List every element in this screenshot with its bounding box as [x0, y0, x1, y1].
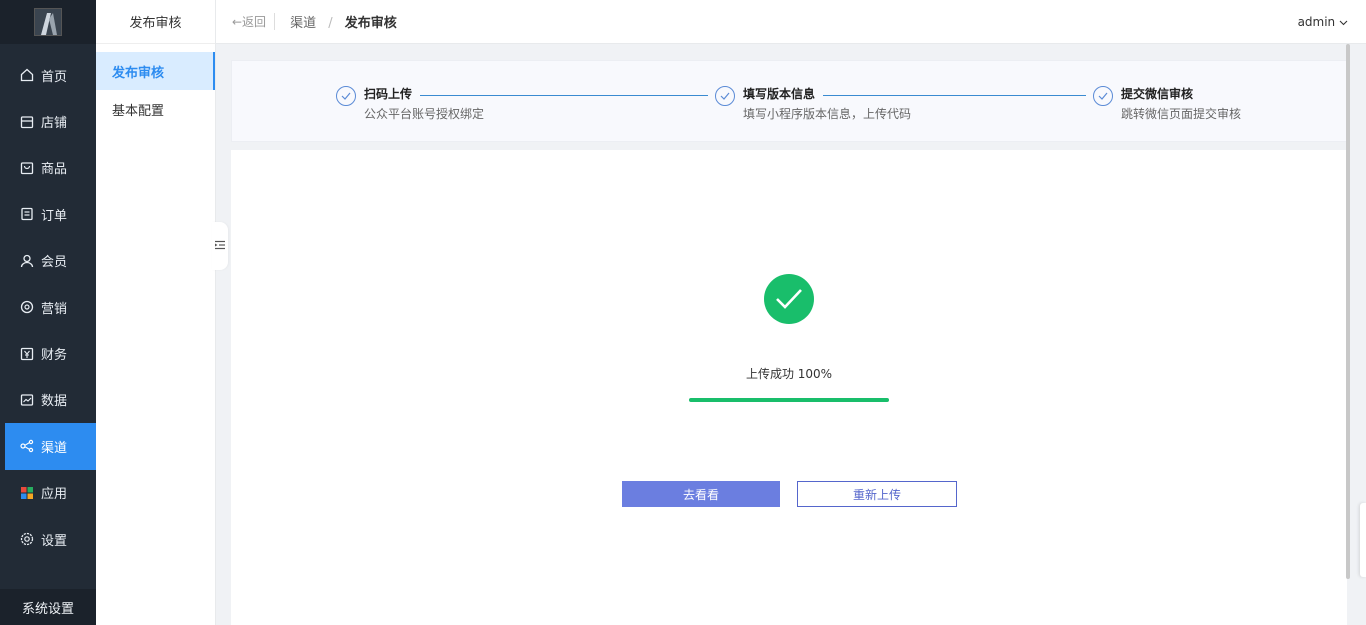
reupload-button[interactable]: 重新上传 [797, 481, 957, 507]
step-desc: 填写小程序版本信息，上传代码 [743, 107, 912, 121]
data-icon [20, 393, 34, 407]
goods-icon [20, 161, 34, 175]
nav-item-member[interactable]: 会员 [0, 238, 96, 284]
nav-label: 首页 [41, 69, 68, 85]
step-connector [823, 95, 1086, 96]
store-icon [20, 115, 34, 129]
finance-icon [20, 347, 34, 361]
view-button[interactable]: 去看看 [622, 481, 780, 507]
settings-icon [20, 532, 34, 546]
system-settings-link[interactable]: 系统设置 [0, 589, 96, 625]
breadcrumb: 渠道 / 发布审核 [290, 12, 397, 31]
logo[interactable] [0, 0, 96, 44]
back-link[interactable]: ←返回 [232, 13, 276, 30]
step-3: 提交微信审核 跳转微信页面提交审核 [1093, 85, 1241, 122]
nav-item-marketing[interactable]: 营销 [0, 284, 96, 330]
step-check-icon [336, 86, 356, 106]
upload-result-panel: 上传成功 100% 去看看 重新上传 [231, 150, 1347, 625]
order-icon [20, 207, 34, 221]
main-content: 扫码上传 公众平台账号授权绑定 填写版本信息 填写小程序版本信息，上传代码 提交… [231, 60, 1347, 625]
nav-label: 会员 [41, 255, 68, 271]
step-title: 扫码上传 [364, 87, 413, 101]
nav-label: 应用 [41, 487, 68, 503]
logo-image [34, 8, 62, 36]
home-icon [20, 68, 34, 82]
nav-item-home[interactable]: 首页 [0, 52, 96, 98]
apps-icon [20, 486, 34, 500]
username: admin [1297, 14, 1336, 29]
upload-status-text: 上传成功 100% [745, 367, 833, 381]
step-title: 提交微信审核 [1121, 87, 1194, 101]
submenu-title: 发布审核 [96, 0, 215, 44]
step-check-icon [715, 86, 735, 106]
nav-label: 渠道 [41, 440, 68, 456]
page-scrollbar[interactable] [1346, 44, 1350, 579]
chevron-down-icon [1339, 15, 1348, 29]
step-title: 填写版本信息 [743, 87, 816, 101]
breadcrumb-channel[interactable]: 渠道 [290, 16, 316, 31]
upload-progress-fill [689, 398, 889, 402]
nav-item-goods[interactable]: 商品 [0, 145, 96, 191]
step-check-icon [1093, 86, 1113, 106]
step-2: 填写版本信息 填写小程序版本信息，上传代码 [715, 85, 911, 122]
collapse-icon [215, 239, 225, 254]
nav-item-store[interactable]: 店铺 [0, 98, 96, 144]
main-nav: 首页 店铺 商品 订单 会员 营销 财务 数据 渠道 应用 设置 [0, 52, 96, 562]
top-header: ←返回 渠道 / 发布审核 admin [216, 0, 1366, 44]
nav-item-data[interactable]: 数据 [0, 377, 96, 423]
channel-icon [20, 439, 34, 453]
submenu-item-basic-config[interactable]: 基本配置 [96, 90, 215, 128]
user-menu[interactable]: admin [1298, 15, 1348, 29]
success-check-icon [764, 274, 814, 324]
nav-item-settings[interactable]: 设置 [0, 516, 96, 562]
breadcrumb-separator: / [328, 16, 333, 31]
nav-item-order[interactable]: 订单 [0, 191, 96, 237]
upload-progress-bar [689, 398, 889, 402]
main-sidebar: 首页 店铺 商品 订单 会员 营销 财务 数据 渠道 应用 设置 系统设置 [0, 0, 96, 625]
nav-label: 营销 [41, 301, 68, 317]
nav-label: 设置 [41, 533, 68, 549]
step-connector [420, 95, 708, 96]
collapse-submenu-toggle[interactable] [212, 222, 228, 270]
nav-item-channel[interactable]: 渠道 [5, 423, 96, 470]
member-icon [20, 254, 34, 268]
submenu-item-publish-review[interactable]: 发布审核 [96, 52, 215, 90]
step-desc: 跳转微信页面提交审核 [1121, 107, 1242, 121]
steps-bar: 扫码上传 公众平台账号授权绑定 填写版本信息 填写小程序版本信息，上传代码 提交… [231, 60, 1347, 142]
step-desc: 公众平台账号授权绑定 [364, 107, 485, 121]
side-float-tab[interactable] [1360, 503, 1366, 577]
marketing-icon [20, 300, 34, 314]
nav-item-finance[interactable]: 财务 [0, 330, 96, 376]
sub-menu: 发布审核 发布审核 基本配置 [96, 0, 216, 625]
breadcrumb-current: 发布审核 [344, 16, 397, 31]
nav-label: 商品 [41, 162, 68, 178]
step-1: 扫码上传 公众平台账号授权绑定 [336, 85, 484, 122]
nav-label: 财务 [41, 348, 68, 364]
nav-item-apps[interactable]: 应用 [0, 470, 96, 516]
nav-label: 订单 [41, 208, 68, 224]
nav-label: 数据 [41, 394, 68, 410]
nav-label: 店铺 [41, 116, 68, 132]
